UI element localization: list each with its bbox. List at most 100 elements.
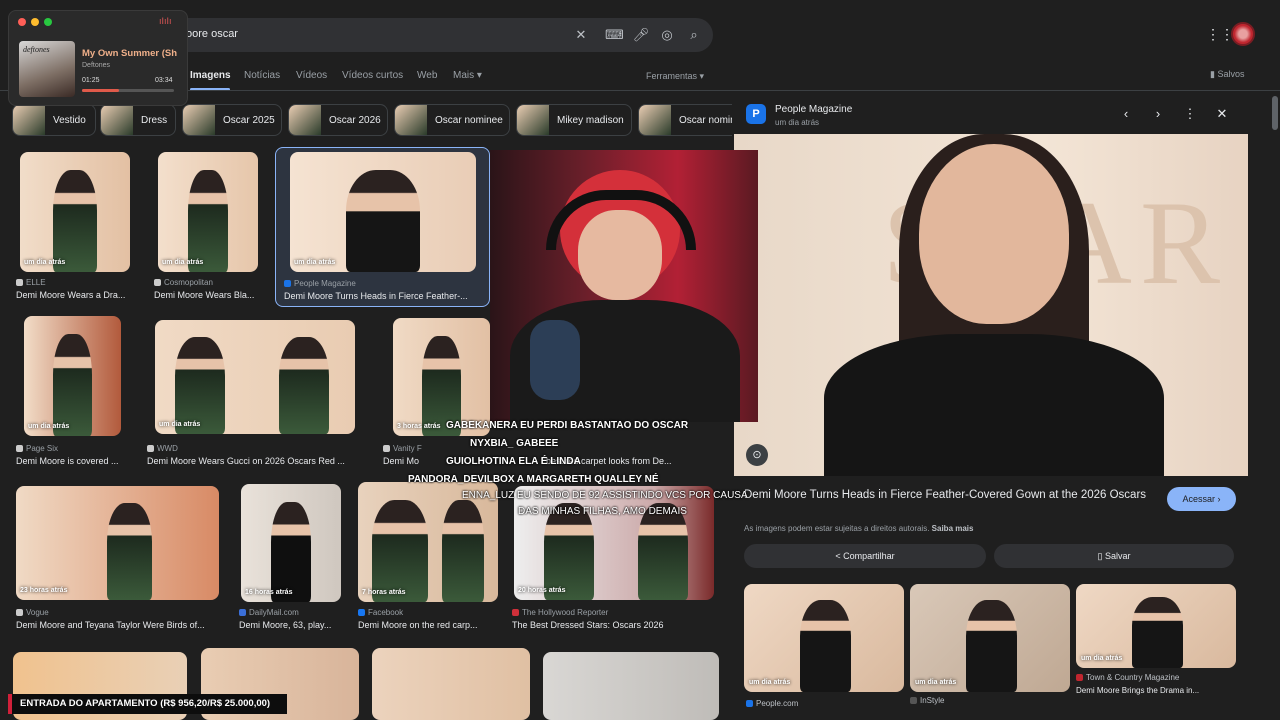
result-image[interactable]: um dia atrás bbox=[158, 152, 258, 272]
lens-icon[interactable]: ◎ bbox=[658, 26, 676, 44]
search-icon[interactable]: ⌕ bbox=[685, 26, 703, 44]
result-image[interactable] bbox=[372, 648, 530, 720]
result-card-selected[interactable]: um dia atrás People Magazine Demi Moore … bbox=[275, 147, 490, 307]
result-image[interactable]: um dia atrás bbox=[24, 316, 121, 436]
result-source: People Magazine bbox=[284, 279, 356, 288]
save-button[interactable]: ▯ Salvar bbox=[994, 544, 1234, 568]
chat-message: GUIOLHOTINA ELA É LINDA bbox=[446, 456, 581, 467]
result-card[interactable]: um dia atrás Cosmopolitan Demi Moore Wea… bbox=[154, 150, 264, 300]
result-caption[interactable]: Demi Moore is covered ... bbox=[16, 456, 131, 466]
next-icon[interactable]: › bbox=[1150, 106, 1166, 122]
result-source: The Hollywood Reporter bbox=[512, 608, 608, 617]
related-caption[interactable]: Demi Moore Brings the Drama in... bbox=[1076, 686, 1236, 695]
more-options-icon[interactable]: ⋮ bbox=[1182, 106, 1198, 122]
visit-button[interactable]: Acessar › bbox=[1167, 487, 1236, 511]
close-icon[interactable]: ✕ bbox=[1214, 106, 1230, 122]
tab-news[interactable]: Notícias bbox=[244, 70, 280, 81]
result-card[interactable]: um dia atrás WWD Demi Moore Wears Gucci … bbox=[147, 316, 362, 471]
result-image[interactable]: 16 horas atrás bbox=[241, 484, 341, 602]
result-card[interactable]: 23 horas atrás Vogue Demi Moore and Teya… bbox=[16, 482, 226, 637]
result-caption[interactable]: Demi Moore and Teyana Taylor Were Birds … bbox=[16, 620, 226, 630]
music-player: ıIıIı deftones My Own Summer (Sh Deftone… bbox=[8, 10, 188, 106]
search-input[interactable]: oore oscar bbox=[186, 28, 238, 40]
previous-icon[interactable]: ‹ bbox=[1118, 106, 1134, 122]
related-source: People.com bbox=[746, 699, 798, 708]
chip-oscar-2026[interactable]: Oscar 2026 bbox=[288, 104, 388, 136]
scrollbar[interactable] bbox=[1272, 96, 1278, 130]
result-source: Facebook bbox=[358, 608, 403, 617]
result-image[interactable]: um dia atrás bbox=[290, 152, 476, 272]
donation-ticker: ENTRADA DO APARTAMENTO (R$ 956,20/R$ 25.… bbox=[8, 694, 287, 714]
apps-grid-icon[interactable]: ⋮⋮ bbox=[1206, 26, 1234, 42]
result-caption[interactable]: Demi Moore, 63, play... bbox=[239, 620, 349, 630]
bookmark-icon: ▯ bbox=[1097, 551, 1103, 561]
avatar[interactable] bbox=[1231, 22, 1255, 46]
tools-button[interactable]: Ferramentas ▾ bbox=[646, 71, 704, 82]
minimize-dot[interactable] bbox=[31, 18, 39, 26]
result-source: WWD bbox=[147, 444, 178, 453]
chat-message: GABEKANERA EU PERDI BASTANTAO DO OSCAR bbox=[446, 420, 689, 431]
tab-short-videos[interactable]: Vídeos curtos bbox=[342, 70, 403, 81]
chip-oscar-2025[interactable]: Oscar 2025 bbox=[182, 104, 282, 136]
result-caption[interactable]: Demi Moore Wears Bla... bbox=[154, 290, 264, 300]
share-button[interactable]: < Compartilhar bbox=[744, 544, 986, 568]
related-source: InStyle bbox=[910, 696, 944, 705]
result-image[interactable]: um dia atrás bbox=[155, 320, 355, 434]
panel-source[interactable]: People Magazine bbox=[775, 104, 852, 115]
tab-videos[interactable]: Vídeos bbox=[296, 70, 327, 81]
result-caption[interactable]: Demi Moore Turns Heads in Fierce Feather… bbox=[284, 291, 484, 301]
panel-title[interactable]: Demi Moore Turns Heads in Fierce Feather… bbox=[744, 487, 1154, 503]
copyright-notice: As imagens podem estar sujeitas a direit… bbox=[744, 524, 974, 533]
result-caption[interactable]: The Best Dressed Stars: Oscars 2026 bbox=[512, 620, 717, 630]
result-image[interactable]: 3 horas atrás bbox=[393, 318, 490, 436]
chip-dress[interactable]: Dress bbox=[100, 104, 176, 136]
keyboard-icon[interactable]: ⌨ bbox=[605, 26, 624, 44]
equalizer-icon: ıIıIı bbox=[159, 16, 172, 26]
result-image[interactable]: 23 horas atrás bbox=[16, 486, 219, 600]
preview-image[interactable]: SCAR bbox=[734, 134, 1248, 476]
saved-button[interactable]: ▮ Salvos bbox=[1210, 69, 1244, 80]
chip-oscar-nominee[interactable]: Oscar nominee bbox=[394, 104, 510, 136]
result-card[interactable]: 16 horas atrás DailyMail.com Demi Moore,… bbox=[239, 482, 349, 637]
tab-web[interactable]: Web bbox=[417, 70, 437, 81]
maximize-dot[interactable] bbox=[44, 18, 52, 26]
related-chips: Vestido Dress Oscar 2025 Oscar 2026 Osca… bbox=[12, 104, 732, 136]
result-image[interactable] bbox=[543, 652, 719, 720]
result-card[interactable]: um dia atrás Page Six Demi Moore is cove… bbox=[16, 316, 131, 471]
clear-icon[interactable]: ✕ bbox=[572, 26, 590, 44]
tab-images[interactable]: Imagens bbox=[190, 70, 231, 81]
progress-bar[interactable] bbox=[82, 89, 174, 92]
chip-vestido[interactable]: Vestido bbox=[12, 104, 96, 136]
chat-message: DAS MINHAS FILHAS, AMO DEMAIS bbox=[518, 506, 687, 517]
close-dot[interactable] bbox=[18, 18, 26, 26]
microphone-icon[interactable]: 🎤︎ bbox=[632, 26, 650, 44]
share-icon: < bbox=[835, 551, 841, 561]
total-time: 03:34 bbox=[155, 77, 173, 84]
result-caption[interactable]: Demi Moore Wears a Dra... bbox=[16, 290, 136, 300]
related-image[interactable]: um dia atrás bbox=[744, 584, 904, 692]
elapsed-time: 01:25 bbox=[82, 77, 100, 84]
artist-name: Deftones bbox=[82, 62, 111, 69]
result-source: Page Six bbox=[16, 444, 58, 453]
result-caption[interactable]: Demi Moore Wears Gucci on 2026 Oscars Re… bbox=[147, 456, 362, 466]
related-source: Town & Country Magazine bbox=[1076, 673, 1179, 682]
result-source: Cosmopolitan bbox=[154, 278, 213, 287]
result-card[interactable]: um dia atrás ELLE Demi Moore Wears a Dra… bbox=[16, 150, 136, 300]
search-box[interactable]: oore oscar ✕ ⌨ 🎤︎ ◎ ⌕ bbox=[150, 18, 713, 52]
panel-time: um dia atrás bbox=[775, 118, 820, 127]
album-cover: deftones bbox=[19, 41, 75, 97]
tab-more[interactable]: Mais ▾ bbox=[453, 70, 482, 81]
progress-fill bbox=[82, 89, 119, 92]
chat-message: PANDORA_DEVILBOX A MARGARETH QUALLEY NÉ bbox=[408, 474, 659, 485]
result-source: ELLE bbox=[16, 278, 46, 287]
chat-message: ENNA_LUZ EU SENDO DE 92 ASSISTINDO VCS P… bbox=[462, 490, 748, 501]
result-image[interactable]: um dia atrás bbox=[20, 152, 130, 272]
chip-oscar-nominations[interactable]: Oscar nomina bbox=[638, 104, 732, 136]
result-source: DailyMail.com bbox=[239, 608, 299, 617]
song-title: My Own Summer (Sh bbox=[82, 48, 178, 59]
related-image[interactable]: um dia atrás bbox=[1076, 584, 1236, 668]
related-image[interactable]: um dia atrás bbox=[910, 584, 1070, 692]
learn-more-link[interactable]: Saiba mais bbox=[932, 524, 974, 533]
result-caption[interactable]: Demi Moore on the red carp... bbox=[358, 620, 498, 630]
chip-mikey-madison[interactable]: Mikey madison bbox=[516, 104, 632, 136]
